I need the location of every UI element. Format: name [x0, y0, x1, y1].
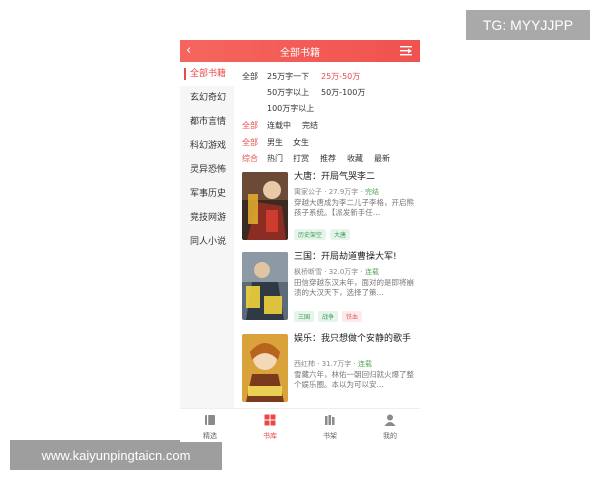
book-item[interactable]: 娱乐：我只想做个安静的歌手 西红柿 · 31.7万字 · 连载 雪藏六年，林佑一… [242, 334, 418, 404]
filter-wordcount-all[interactable]: 全部 [242, 71, 258, 82]
book-list-content: 全部 25万字一下 25万-50万 50万字以上 50万-100万 100万字以… [234, 62, 420, 408]
watermark-top: TG: MYYJJPP [466, 10, 590, 40]
book-tag: 铁血 [342, 311, 363, 322]
tab-shelf[interactable]: 书架 [300, 409, 360, 442]
filter-wordcount-option[interactable]: 25万字一下 [267, 71, 309, 82]
filter-status-option[interactable]: 完结 [302, 120, 318, 131]
book-tags: 三国 战争 铁血 [294, 304, 366, 322]
tab-label: 书架 [323, 432, 337, 440]
bottom-tab-bar: 精选 书库 书架 我的 [180, 408, 420, 442]
filter-wordcount-option[interactable]: 25万-50万 [321, 71, 360, 82]
sidebar-item-fantasy[interactable]: 玄幻奇幻 [180, 86, 234, 110]
filter-gender-option[interactable]: 男生 [267, 137, 283, 148]
book-description: 田信穿越东汉末年，面对的是即将崩溃的大汉天下，选择了策… [294, 278, 414, 297]
tab-label: 我的 [383, 432, 397, 440]
book-words: 27.9万字 [328, 188, 359, 196]
filter-status-all[interactable]: 全部 [242, 120, 258, 131]
book-icon [205, 415, 215, 425]
book-cover-image [242, 334, 288, 402]
sidebar-item-fanfic[interactable]: 同人小说 [180, 230, 234, 254]
book-description: 穿越大唐成为李二儿子李格，开启熊孩子系统。【派发新手任… [294, 198, 414, 217]
book-tag: 战争 [318, 311, 339, 322]
filter-wordcount-option[interactable]: 100万字以上 [267, 103, 314, 114]
filter-sort-option[interactable]: 打赏 [293, 153, 309, 164]
tab-label: 书库 [263, 432, 277, 440]
book-cover-image [242, 172, 288, 240]
book-title: 大唐：开局气哭李二 [294, 172, 376, 182]
phone-screen: ‹ 全部书籍 全部书籍 玄幻奇幻 都市言情 科幻游戏 灵异恐怖 军事历史 竞技网… [180, 40, 420, 442]
book-tag: 历史架空 [294, 229, 327, 240]
book-cover-image [242, 252, 288, 320]
filter-menu-icon[interactable] [400, 45, 412, 57]
book-title: 娱乐：我只想做个安静的歌手 [294, 334, 412, 344]
book-words: 31.7万字 [321, 360, 352, 368]
filter-status-option[interactable]: 连载中 [267, 120, 291, 131]
book-meta: 西红柿 · 31.7万字 · 连载 [294, 360, 372, 368]
filter-gender-option[interactable]: 女生 [293, 137, 309, 148]
book-tag: 三国 [294, 311, 315, 322]
book-words: 32.0万字 [328, 268, 359, 276]
tab-library[interactable]: 书库 [240, 409, 300, 442]
sidebar-item-military[interactable]: 军事历史 [180, 182, 234, 206]
sidebar-item-all[interactable]: 全部书籍 [180, 62, 234, 86]
sidebar-item-horror[interactable]: 灵异恐怖 [180, 158, 234, 182]
filter-wordcount-option[interactable]: 50万字以上 [267, 87, 309, 98]
book-tag: 大唐 [330, 229, 351, 240]
filter-gender-all[interactable]: 全部 [242, 137, 258, 148]
book-author: 西红柿 [294, 360, 315, 368]
category-sidebar: 全部书籍 玄幻奇幻 都市言情 科幻游戏 灵异恐怖 军事历史 竞技网游 同人小说 [180, 62, 234, 408]
tab-featured[interactable]: 精选 [180, 409, 240, 442]
book-item[interactable]: 大唐：开局气哭李二 寓家公子 · 27.9万字 · 完结 穿越大唐成为李二儿子李… [242, 172, 418, 242]
book-status: 连载 [364, 268, 379, 276]
book-title: 三国：开局劫道曹操大军! [294, 252, 397, 262]
tab-mine[interactable]: 我的 [360, 409, 420, 442]
sidebar-item-esports[interactable]: 竞技网游 [180, 206, 234, 230]
filter-wordcount-option[interactable]: 50万-100万 [321, 87, 365, 98]
book-meta: 枫桥断雪 · 32.0万字 · 连载 [294, 268, 379, 276]
filter-sort-option[interactable]: 热门 [267, 153, 283, 164]
grid-icon [264, 414, 276, 426]
book-meta: 寓家公子 · 27.9万字 · 完结 [294, 188, 379, 196]
sidebar-item-urban[interactable]: 都市言情 [180, 110, 234, 134]
person-icon [384, 414, 396, 426]
book-description: 雪藏六年，林佑一朝回归就火爆了整个娱乐圈。本以为可以安… [294, 370, 414, 389]
page-title: 全部书籍 [280, 47, 320, 59]
filter-sort-option[interactable]: 最新 [374, 153, 390, 164]
filter-sort-all[interactable]: 综合 [242, 153, 258, 164]
book-item[interactable]: 三国：开局劫道曹操大军! 枫桥断雪 · 32.0万字 · 连载 田信穿越东汉末年… [242, 252, 418, 322]
header-bar: ‹ 全部书籍 [180, 40, 420, 62]
filter-sort-option[interactable]: 推荐 [320, 153, 336, 164]
watermark-bottom: www.kaiyunpingtaicn.com [10, 440, 222, 470]
book-status: 连载 [357, 360, 372, 368]
tab-label: 精选 [203, 432, 217, 440]
book-author: 寓家公子 [294, 188, 322, 196]
book-tags: 历史架空 大唐 [294, 222, 354, 240]
book-author: 枫桥断雪 [294, 268, 322, 276]
filter-sort-option[interactable]: 收藏 [347, 153, 363, 164]
sidebar-item-scifi[interactable]: 科幻游戏 [180, 134, 234, 158]
book-status: 完结 [364, 188, 379, 196]
shelf-icon [325, 415, 335, 425]
back-icon[interactable]: ‹ [186, 42, 191, 60]
